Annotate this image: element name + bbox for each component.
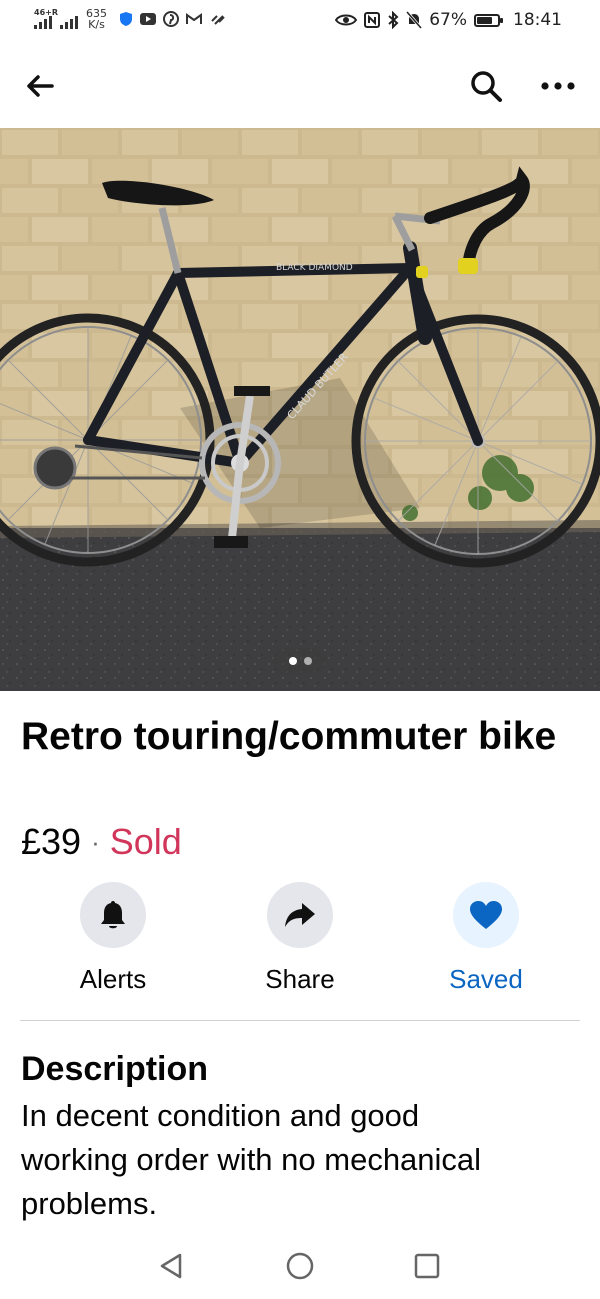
search-icon xyxy=(471,71,502,102)
listing-photo[interactable]: BLACK DIAMOND CLAUD BUTLER xyxy=(0,128,600,691)
speed-unit: K/s xyxy=(88,18,105,31)
battery-icon xyxy=(474,13,503,27)
nav-recents-button[interactable] xyxy=(407,1246,447,1286)
alerts-label: Alerts xyxy=(79,964,147,994)
search-button[interactable] xyxy=(462,62,510,110)
signal-icon-2 xyxy=(60,10,78,29)
square-recents-icon xyxy=(414,1253,440,1279)
pager-dot xyxy=(303,657,312,665)
description-container[interactable]: In decent condition and good working ord… xyxy=(21,1094,581,1234)
alerts-button[interactable]: Alerts xyxy=(43,882,183,995)
saved-circle[interactable] xyxy=(453,882,519,948)
bell-muted-icon xyxy=(406,11,423,29)
triangle-back-icon xyxy=(160,1253,182,1279)
shield-icon xyxy=(120,12,132,26)
system-nav-bar xyxy=(0,1234,600,1299)
back-button[interactable] xyxy=(20,66,60,106)
price-separator: · xyxy=(91,827,100,857)
pinterest-icon xyxy=(163,11,179,27)
description-heading: Description xyxy=(21,1050,209,1088)
nav-back-button[interactable] xyxy=(151,1246,191,1286)
price-row: £39 · Sold xyxy=(21,820,182,864)
gmail-icon xyxy=(186,13,202,24)
saved-label: Saved xyxy=(449,964,523,994)
bike-photo-image: BLACK DIAMOND CLAUD BUTLER xyxy=(0,128,600,691)
status-bar: 46+R 635 K/s 67% 18:41 xyxy=(0,0,600,42)
svg-text:BLACK DIAMOND: BLACK DIAMOND xyxy=(276,263,353,273)
divider xyxy=(20,1020,580,1021)
share-circle[interactable] xyxy=(267,882,333,948)
eye-icon xyxy=(335,14,358,26)
bell-icon xyxy=(101,901,125,929)
battery-percent: 67% xyxy=(429,10,467,30)
youtube-icon xyxy=(140,13,156,25)
listing-price: £39 xyxy=(21,821,82,862)
status-time: 18:41 xyxy=(513,10,562,30)
more-options-button[interactable] xyxy=(534,62,582,110)
status-left: 46+R 635 K/s xyxy=(34,8,227,30)
image-pager xyxy=(273,648,327,674)
signal-icon: 46+R xyxy=(34,8,58,29)
app-bar xyxy=(0,42,600,128)
network-speed: 635 K/s xyxy=(86,8,107,30)
nav-home-button[interactable] xyxy=(280,1246,320,1286)
listing-title: Retro touring/commuter bike xyxy=(21,715,557,758)
alerts-circle[interactable] xyxy=(80,882,146,948)
arrow-left-icon xyxy=(27,75,54,97)
saved-button[interactable]: Saved xyxy=(416,882,556,995)
heart-icon xyxy=(470,901,502,929)
status-right: 67% 18:41 xyxy=(335,10,562,30)
share-button[interactable]: Share xyxy=(230,882,370,995)
network-label: 46+R xyxy=(34,7,58,17)
pager-dot-active xyxy=(288,657,297,665)
description-text: In decent condition and good working ord… xyxy=(21,1098,482,1221)
link-icon xyxy=(211,15,225,25)
nfc-icon xyxy=(364,12,381,28)
bluetooth-icon xyxy=(388,11,399,29)
status-sold: Sold xyxy=(109,821,182,862)
share-arrow-icon xyxy=(285,903,315,927)
more-horizontal-icon xyxy=(541,82,575,90)
circle-home-icon xyxy=(286,1252,314,1280)
share-label: Share xyxy=(265,964,335,994)
